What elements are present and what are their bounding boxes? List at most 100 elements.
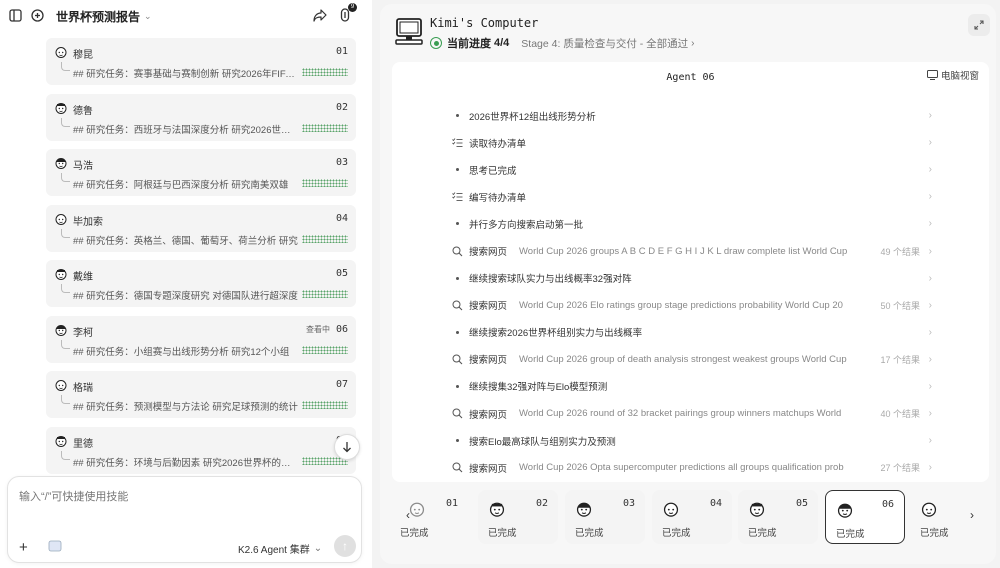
bullet-icon [450, 384, 464, 388]
image-upload-icon[interactable] [48, 539, 62, 553]
carousel-next-icon[interactable]: › [970, 508, 974, 522]
search-icon [450, 300, 464, 311]
search-icon [450, 354, 464, 365]
agent-card[interactable]: 马浩 03 ## 研究任务：阿根廷与巴西深度分析 研究南美双雄 [46, 149, 356, 196]
step-row[interactable]: 搜索网页 World Cup 2026 groups A B C D E F G… [450, 237, 932, 264]
step-query: World Cup 2026 Opta supercomputer predic… [519, 462, 844, 474]
list-icon [450, 137, 464, 148]
share-icon[interactable] [312, 7, 328, 23]
agent-card[interactable]: 毕加索 04 ## 研究任务：英格兰、德国、葡萄牙、荷兰分析 研究 [46, 204, 356, 252]
chevron-right-icon: › [928, 164, 932, 176]
model-selector[interactable]: K2.6 Agent 集群 ⌄ [238, 541, 322, 556]
bullet-icon [450, 439, 464, 443]
agent-tile[interactable]: 04 已完成 [652, 490, 732, 544]
avatar [920, 500, 938, 518]
step-list: 2026世界杯12组出线形势分析 › 读取待办清单 › 思考已完成 › 编写待办… [450, 102, 932, 481]
computer-view-button[interactable]: 电脑视窗 [926, 68, 979, 82]
agent-task: ## 研究任务：小组赛与出线形势分析 研究12个小组 [73, 346, 290, 358]
agent-panel-title: Agent 06 [666, 72, 715, 83]
agent-name: 格瑞 [73, 383, 93, 394]
step-row[interactable]: 读取待办清单 › [450, 129, 932, 156]
progress-row: 当前进度 4/4 Stage 4: 质量检查与交付 - 全部通过 › [430, 35, 695, 51]
attachment-icon[interactable]: 9 [337, 3, 357, 23]
send-button[interactable]: ↑ [334, 535, 356, 557]
agent-number: 04 [335, 212, 348, 224]
step-label: 编写待办清单 [469, 192, 527, 204]
add-button[interactable]: + [19, 539, 28, 556]
agent-tile-status: 已完成 [920, 528, 949, 539]
chevron-right-icon: › [928, 218, 932, 230]
agent-tile[interactable]: 06 已完成 [825, 490, 905, 544]
step-row[interactable]: 继续搜索2026世界杯组别实力与出线概率 › [450, 319, 932, 346]
agent-tile[interactable]: 03 已完成 [565, 490, 645, 544]
step-row[interactable]: 搜索网页 World Cup 2026 group of death analy… [450, 346, 932, 373]
agent-card[interactable]: 里德 08 ## 研究任务：环境与后勤因素 研究2026世界杯的环境 [46, 426, 356, 474]
avatar [54, 156, 68, 170]
branch-line [61, 284, 70, 293]
search-icon [450, 462, 464, 473]
agent-tile[interactable]: 已完成 [910, 490, 970, 544]
step-count: 49 个结果 [880, 246, 920, 257]
check-circle-icon [430, 37, 442, 49]
chat-input-box[interactable]: 输入“/”可快捷使用技能 + K2.6 Agent 集群 ⌄ ↑ [7, 476, 362, 563]
agent-number: 05 [335, 268, 348, 279]
branch-line [61, 395, 70, 404]
agent-card[interactable]: 格瑞 07 ## 研究任务：预测模型与方法论 研究足球预测的统计 [46, 371, 356, 418]
step-count: 40 个结果 [880, 409, 920, 420]
step-row[interactable]: 搜索网页 World Cup 2026 round of 32 bracket … [450, 400, 932, 427]
agent-carousel: ‹ 01 已完成 02 已完成 03 已完成 04 已完成 05 已完成 06 … [392, 488, 989, 546]
chat-input-placeholder[interactable]: 输入“/”可快捷使用技能 [19, 488, 128, 504]
step-row[interactable]: 思考已完成 › [450, 156, 932, 183]
agent-tile[interactable]: 01 已完成 [398, 490, 468, 544]
agent-tile[interactable]: 05 已完成 [738, 490, 818, 544]
step-row[interactable]: 编写待办清单 › [450, 183, 932, 210]
new-chat-icon[interactable] [29, 7, 45, 23]
agent-tile-status: 已完成 [488, 528, 517, 539]
scroll-down-button[interactable] [334, 434, 360, 460]
list-icon [450, 192, 464, 202]
step-row[interactable]: 并行多方向搜索启动第一批 › [450, 210, 932, 237]
agent-card[interactable]: 穆昆 01 ## 研究任务：赛事基础与赛制创新 研究2026年FIFA世界杯 [46, 38, 356, 85]
progress-dots [302, 68, 348, 76]
progress-dots [302, 345, 348, 354]
doc-title[interactable]: 世界杯预测报告 ⌄ [56, 8, 152, 25]
chat-pane: 世界杯预测报告 ⌄ 9 穆昆 01 ## 研究任务：赛事基础与赛制创新 研究20… [0, 0, 372, 568]
step-row[interactable]: 搜索网页 World Cup 2026 Elo ratings group st… [450, 292, 932, 319]
step-label: 搜索网页 [469, 463, 508, 475]
agent-name: 马浩 [73, 161, 93, 172]
search-icon [450, 408, 464, 419]
branch-line [61, 62, 70, 71]
agent-card[interactable]: 戴维 05 ## 研究任务：德国专题深度研究 对德国队进行超深度 [46, 260, 356, 307]
computer-pane: Kimi's Computer 当前进度 4/4 Stage 4: 质量检查与交… [380, 4, 996, 564]
agent-task: ## 研究任务：环境与后勤因素 研究2026世界杯的环境 [73, 457, 298, 469]
step-row[interactable]: 搜索网页 World Cup 2026 Opta supercomputer p… [450, 454, 932, 481]
agent-number: 02 [335, 101, 348, 113]
step-row[interactable]: 2026世界杯12组出线形势分析 › [450, 102, 932, 129]
agent-number: 07 [335, 379, 348, 390]
agent-name: 毕加索 [73, 216, 103, 228]
step-row[interactable]: 继续搜索球队实力与出线概率32强对阵 › [450, 265, 932, 292]
step-row[interactable]: 搜索Elo最高球队与组别实力及预测 › [450, 427, 932, 454]
step-row[interactable]: 继续搜集32强对阵与Elo模型预测 › [450, 373, 932, 400]
sidebar-toggle-icon[interactable] [7, 7, 23, 23]
agent-panel: Agent 06 电脑视窗 2026世界杯12组出线形势分析 › 读取待办清单 … [392, 62, 989, 482]
chevron-right-icon: › [928, 137, 932, 149]
agent-tile[interactable]: 02 已完成 [478, 490, 558, 544]
bullet-icon [450, 114, 464, 118]
step-count: 27 个结果 [880, 463, 920, 474]
step-label: 搜索网页 [469, 301, 508, 313]
progress-dots [302, 290, 348, 298]
expand-button[interactable] [968, 14, 990, 36]
chevron-right-icon: › [928, 326, 932, 338]
agent-name: 李柯 [73, 327, 93, 339]
avatar [836, 501, 854, 519]
agent-card[interactable]: 德鲁 02 ## 研究任务：西班牙与法国深度分析 研究2026世界杯 [46, 93, 356, 141]
agent-list: 穆昆 01 ## 研究任务：赛事基础与赛制创新 研究2026年FIFA世界杯 德… [46, 38, 356, 482]
agent-card[interactable]: 李柯 查看中 06 ## 研究任务：小组赛与出线形势分析 研究12个小组 [46, 315, 356, 363]
step-query: World Cup 2026 group of death analysis s… [519, 353, 847, 365]
agent-tile-status: 已完成 [575, 528, 604, 539]
step-label: 并行多方向搜索启动第一批 [469, 219, 584, 231]
chevron-right-icon: › [928, 191, 932, 203]
agent-tile-number: 01 [445, 498, 458, 509]
stage-link[interactable]: Stage 4: 质量检查与交付 - 全部通过 [521, 36, 688, 51]
